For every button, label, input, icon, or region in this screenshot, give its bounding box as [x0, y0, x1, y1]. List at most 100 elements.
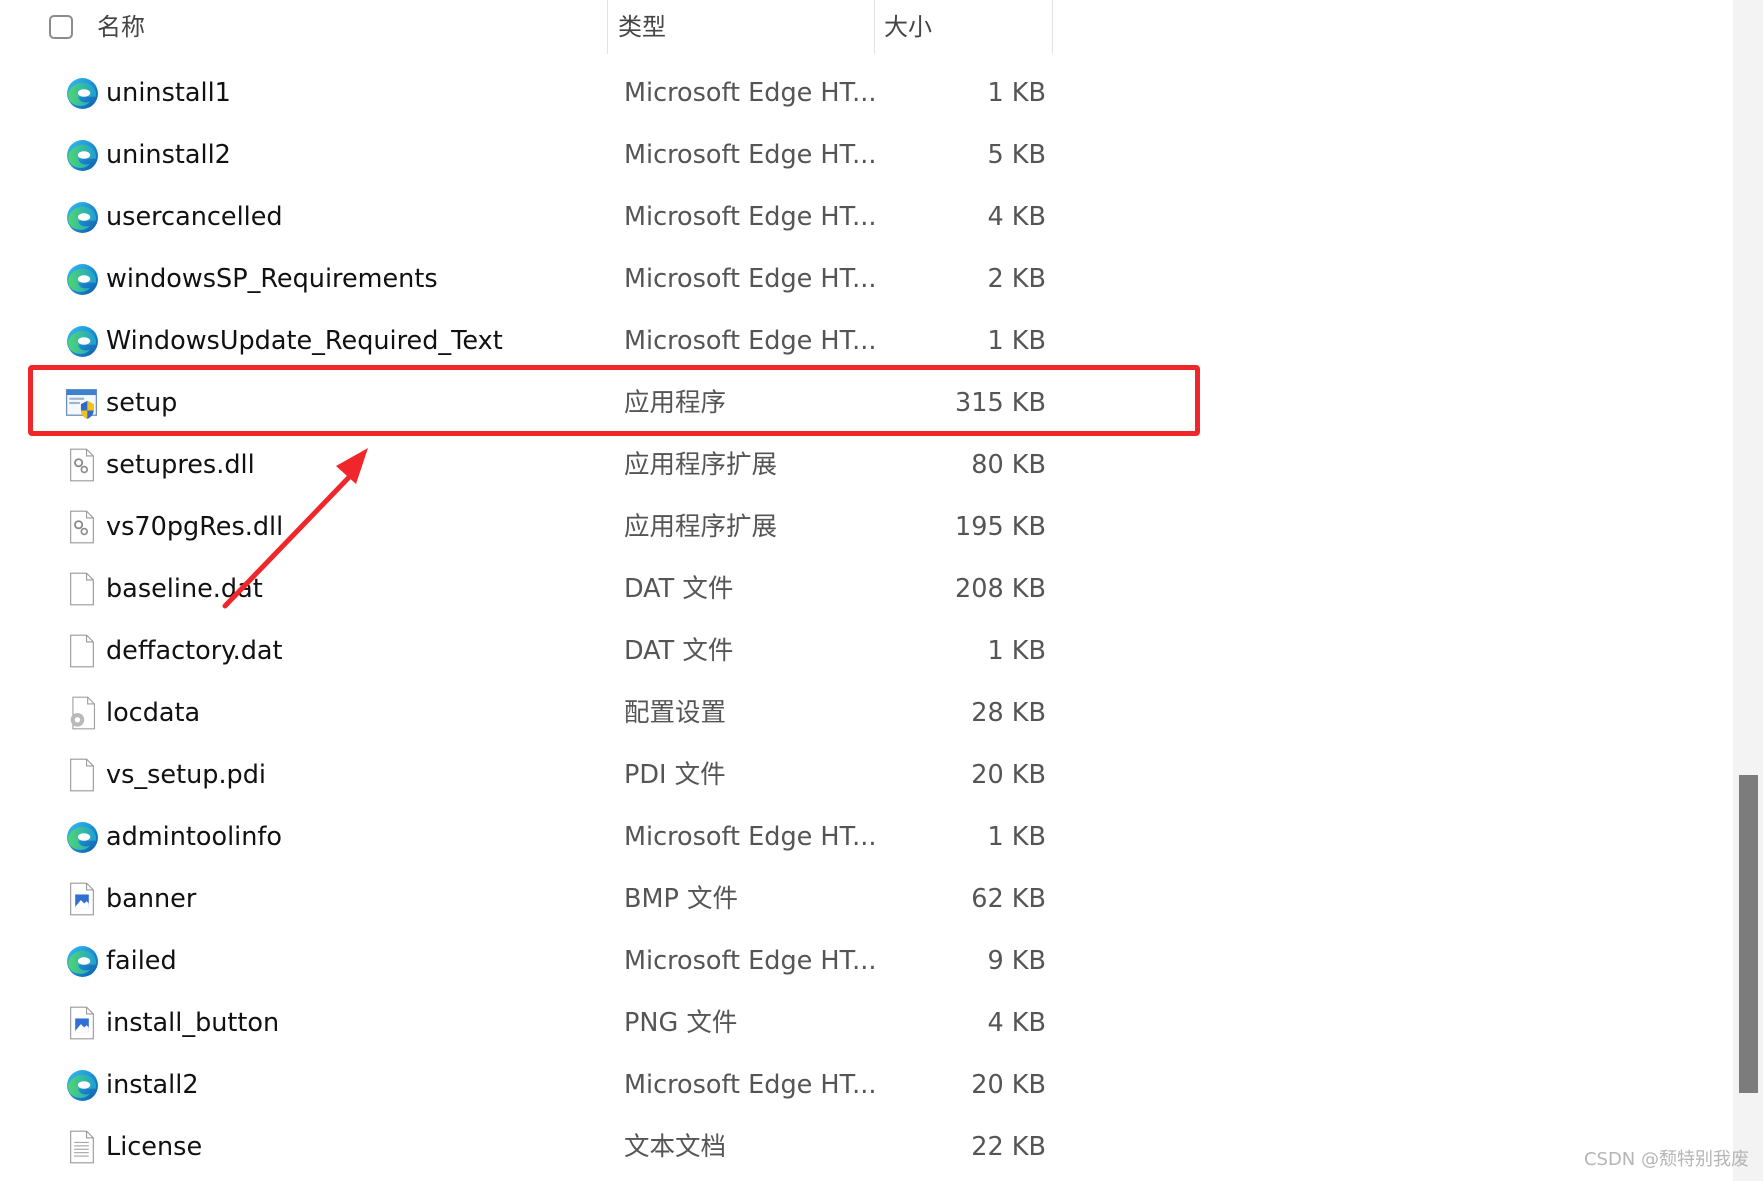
file-type: Microsoft Edge HT... [624, 202, 877, 232]
file-row[interactable]: License 文本文档 22 KB [0, 1116, 1200, 1178]
file-type: 应用程序扩展 [624, 450, 778, 480]
column-divider[interactable] [874, 0, 875, 54]
file-size: 4 KB [987, 202, 1046, 232]
file-type: 应用程序扩展 [624, 512, 778, 542]
file-name: baseline.dat [106, 574, 263, 604]
file-name: failed [106, 946, 177, 976]
file-type: DAT 文件 [624, 574, 734, 604]
file-size: 62 KB [971, 884, 1046, 914]
file-size: 28 KB [971, 698, 1046, 728]
edge-icon [64, 199, 100, 235]
file-name: vs_setup.pdi [106, 760, 267, 790]
edge-icon [64, 261, 100, 297]
file-size: 1 KB [987, 326, 1046, 356]
file-size: 1 KB [987, 822, 1046, 852]
file-row[interactable]: failed Microsoft Edge HT... 9 KB [0, 930, 1200, 992]
select-all-checkbox[interactable] [49, 15, 73, 39]
edge-icon [64, 1067, 100, 1103]
file-name: windowsSP_Requirements [106, 264, 438, 294]
watermark: CSDN @颓特别我废 [1583, 1149, 1749, 1170]
file-row[interactable]: deffactory.dat DAT 文件 1 KB [0, 620, 1200, 682]
file-type: Microsoft Edge HT... [624, 326, 877, 356]
file-row[interactable]: uninstall2 Microsoft Edge HT... 5 KB [0, 124, 1200, 186]
file-type: PDI 文件 [624, 760, 726, 790]
dll-file-icon [64, 447, 100, 483]
image-file-icon [64, 1005, 100, 1041]
file-size: 4 KB [987, 1008, 1046, 1038]
file-type: BMP 文件 [624, 884, 738, 914]
file-row[interactable]: install_button PNG 文件 4 KB [0, 992, 1200, 1054]
file-size: 80 KB [971, 450, 1046, 480]
file-type: 配置设置 [624, 698, 727, 728]
edge-icon [64, 323, 100, 359]
file-size: 2 KB [987, 264, 1046, 294]
column-header-name[interactable]: 名称 [97, 10, 145, 44]
file-row[interactable]: admintoolinfo Microsoft Edge HT... 1 KB [0, 806, 1200, 868]
file-size: 9 KB [987, 946, 1046, 976]
column-header-type[interactable]: 类型 [618, 10, 666, 44]
file-size: 20 KB [971, 760, 1046, 790]
file-size: 315 KB [955, 388, 1046, 418]
file-row[interactable]: setupres.dll 应用程序扩展 80 KB [0, 434, 1200, 496]
file-name: WindowsUpdate_Required_Text [106, 326, 503, 356]
file-name: uninstall2 [106, 140, 231, 170]
file-row[interactable]: usercancelled Microsoft Edge HT... 4 KB [0, 186, 1200, 248]
file-size: 195 KB [955, 512, 1046, 542]
text-file-icon [64, 1129, 100, 1165]
file-type: 应用程序 [624, 388, 727, 418]
file-name: uninstall1 [106, 78, 231, 108]
file-name: vs70pgRes.dll [106, 512, 284, 542]
file-size: 1 KB [987, 78, 1046, 108]
file-type: 文本文档 [624, 1132, 727, 1162]
file-row[interactable]: windowsSP_Requirements Microsoft Edge HT.… [0, 248, 1200, 310]
file-name: banner [106, 884, 197, 914]
column-header-size[interactable]: 大小 [884, 10, 932, 44]
column-header: 名称 类型 大小 [0, 0, 1763, 54]
edge-icon [64, 943, 100, 979]
file-type: Microsoft Edge HT... [624, 264, 877, 294]
file-size: 1 KB [987, 636, 1046, 666]
file-row[interactable]: locdata 配置设置 28 KB [0, 682, 1200, 744]
file-size: 22 KB [971, 1132, 1046, 1162]
file-row[interactable]: vs_setup.pdi PDI 文件 20 KB [0, 744, 1200, 806]
file-name: install2 [106, 1070, 199, 1100]
file-row[interactable]: banner BMP 文件 62 KB [0, 868, 1200, 930]
blank-file-icon [64, 633, 100, 669]
file-name: setup [106, 388, 178, 418]
file-size: 20 KB [971, 1070, 1046, 1100]
file-name: setupres.dll [106, 450, 255, 480]
scrollbar-thumb[interactable] [1739, 775, 1758, 1093]
file-name: deffactory.dat [106, 636, 283, 666]
file-row[interactable]: install2 Microsoft Edge HT... 20 KB [0, 1054, 1200, 1116]
file-name: License [106, 1132, 203, 1162]
file-size: 208 KB [955, 574, 1046, 604]
column-divider[interactable] [607, 0, 608, 54]
file-name: usercancelled [106, 202, 283, 232]
image-file-icon [64, 881, 100, 917]
file-row[interactable]: setup 应用程序 315 KB [0, 372, 1200, 434]
blank-file-icon [64, 757, 100, 793]
file-name: admintoolinfo [106, 822, 283, 852]
edge-icon [64, 137, 100, 173]
file-name: locdata [106, 698, 201, 728]
blank-file-icon [64, 571, 100, 607]
file-type: Microsoft Edge HT... [624, 946, 877, 976]
file-row[interactable]: WindowsUpdate_Required_Text Microsoft Edg… [0, 310, 1200, 372]
file-type: Microsoft Edge HT... [624, 78, 877, 108]
dll-file-icon [64, 509, 100, 545]
file-row[interactable]: baseline.dat DAT 文件 208 KB [0, 558, 1200, 620]
file-row[interactable]: vs70pgRes.dll 应用程序扩展 195 KB [0, 496, 1200, 558]
config-file-icon [64, 695, 100, 731]
file-row[interactable]: uninstall1 Microsoft Edge HT... 1 KB [0, 62, 1200, 124]
file-size: 5 KB [987, 140, 1046, 170]
file-type: DAT 文件 [624, 636, 734, 666]
file-name: install_button [106, 1008, 280, 1038]
edge-icon [64, 819, 100, 855]
column-divider[interactable] [1052, 0, 1053, 54]
file-type: PNG 文件 [624, 1008, 738, 1038]
edge-icon [64, 75, 100, 111]
file-type: Microsoft Edge HT... [624, 1070, 877, 1100]
file-type: Microsoft Edge HT... [624, 140, 877, 170]
file-type: Microsoft Edge HT... [624, 822, 877, 852]
setup-exe-icon [64, 385, 100, 421]
